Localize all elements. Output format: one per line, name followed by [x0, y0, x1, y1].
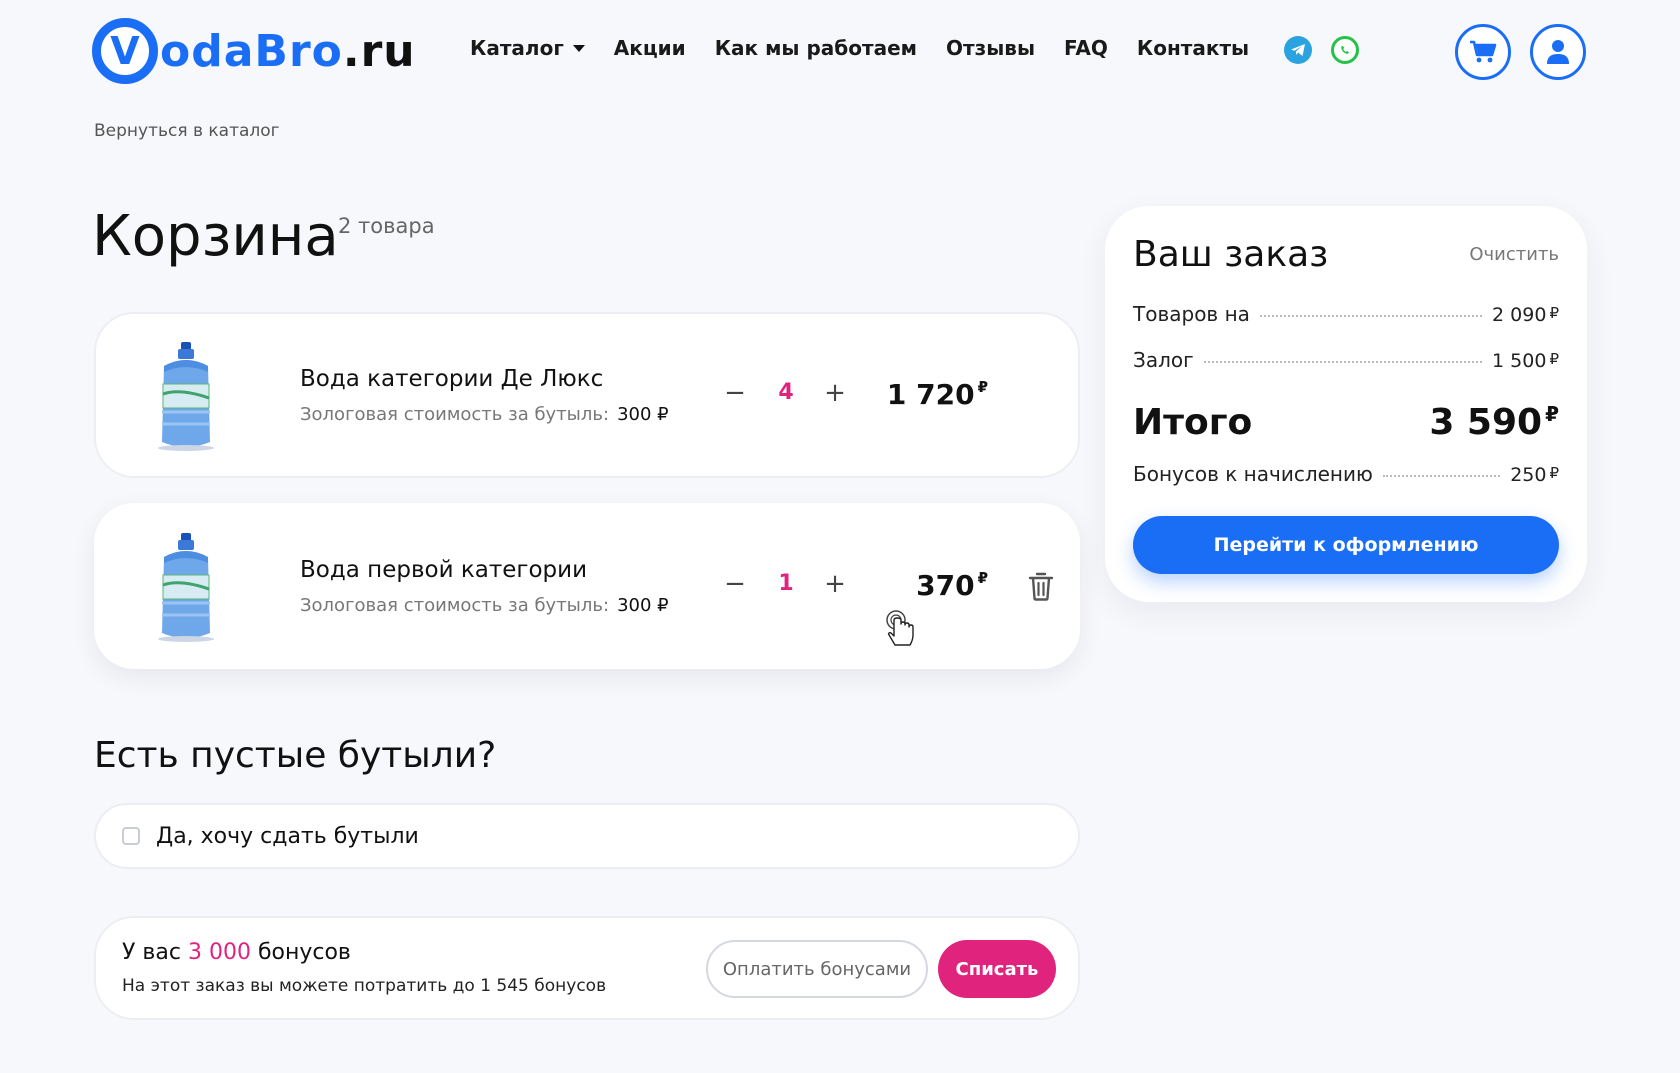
bonus-note: На этот заказ вы можете потратить до 1 5… [122, 976, 607, 996]
qty-increase-button[interactable]: + [820, 569, 850, 599]
qty-value: 1 [778, 571, 794, 596]
water-bottle-image [158, 342, 214, 451]
order-summary: Ваш заказ Очистить Товаров на 2 090 ₽ Зал… [1105, 206, 1587, 602]
telegram-icon[interactable] [1284, 36, 1312, 64]
nav-item-reviews[interactable]: Отзывы [946, 36, 1035, 60]
logo[interactable]: V odaBro.ru [92, 16, 416, 86]
cart-icon [1470, 40, 1497, 63]
order-total-value: 3 590 ₽ [1429, 402, 1559, 443]
bonus-balance: У вас 3 000 бонусов [122, 940, 351, 965]
return-bottles-checkbox[interactable] [122, 827, 140, 845]
main-nav: Каталог Акции Как мы работаем Отзывы FAQ… [470, 36, 1278, 60]
pay-with-bonuses-button[interactable]: Оплатить бонусами [706, 940, 928, 998]
nav-item-contacts[interactable]: Контакты [1137, 36, 1249, 60]
bonus-panel: У вас 3 000 бонусов На этот заказ вы мож… [94, 916, 1080, 1020]
order-total-label: Итого [1133, 402, 1253, 443]
checkout-button[interactable]: Перейти к оформлению [1133, 516, 1559, 574]
item-price: 1 720 ₽ [886, 378, 988, 411]
cart-item-count: 2 товара [338, 214, 435, 238]
site-header: V odaBro.ru Каталог Акции Как мы работае… [0, 0, 1680, 100]
nav-item-promotions[interactable]: Акции [614, 36, 686, 60]
user-icon [1547, 40, 1569, 64]
qty-decrease-button[interactable]: − [720, 378, 750, 408]
qty-value: 4 [778, 380, 794, 405]
item-name[interactable]: Вода категории Де Люкс [300, 366, 603, 392]
nav-item-faq[interactable]: FAQ [1064, 36, 1108, 60]
chevron-down-icon [572, 44, 585, 52]
qty-decrease-button[interactable]: − [720, 569, 750, 599]
cart-item: Вода категории Де Люкс Зологовая стоимос… [94, 312, 1080, 478]
item-deposit: Зологовая стоимость за бутыль: 300 ₽ [300, 404, 669, 425]
order-title: Ваш заказ [1133, 234, 1329, 275]
return-bottles-option[interactable]: Да, хочу сдать бутыли [94, 803, 1080, 869]
qty-increase-button[interactable]: + [820, 378, 850, 408]
item-deposit: Зологовая стоимость за бутыль: 300 ₽ [300, 595, 669, 616]
logo-text: odaBro.ru [160, 25, 416, 77]
user-button[interactable] [1530, 24, 1586, 80]
cart-item: Вода первой категории Зологовая стоимост… [94, 503, 1080, 669]
write-off-bonuses-button[interactable]: Списать [938, 940, 1056, 998]
order-goods-row: Товаров на 2 090 ₽ [1133, 302, 1559, 326]
nav-item-how-we-work[interactable]: Как мы работаем [715, 36, 917, 60]
back-to-catalog-link[interactable]: Вернуться в каталог [94, 121, 280, 141]
trash-icon[interactable] [1028, 571, 1054, 601]
whatsapp-icon[interactable] [1331, 36, 1359, 64]
cart-button[interactable] [1455, 24, 1511, 80]
item-name[interactable]: Вода первой категории [300, 557, 587, 583]
hand-cursor-icon [886, 610, 914, 646]
order-bonus-row: Бонусов к начислению 250 ₽ [1133, 462, 1559, 486]
bonus-amount: 3 000 [187, 940, 251, 965]
water-bottle-image [158, 533, 214, 642]
empty-bottles-title: Есть пустые бутыли? [94, 735, 497, 776]
order-deposit-row: Залог 1 500 ₽ [1133, 348, 1559, 372]
nav-item-catalog[interactable]: Каталог [470, 36, 585, 60]
page-title: Корзина [92, 204, 339, 269]
return-bottles-label[interactable]: Да, хочу сдать бутыли [156, 824, 419, 849]
order-total-row: Итого 3 590 ₽ [1133, 402, 1559, 443]
clear-cart-link[interactable]: Очистить [1469, 244, 1559, 265]
item-price: 370 ₽ [916, 569, 988, 602]
logo-mark: V [92, 18, 158, 84]
